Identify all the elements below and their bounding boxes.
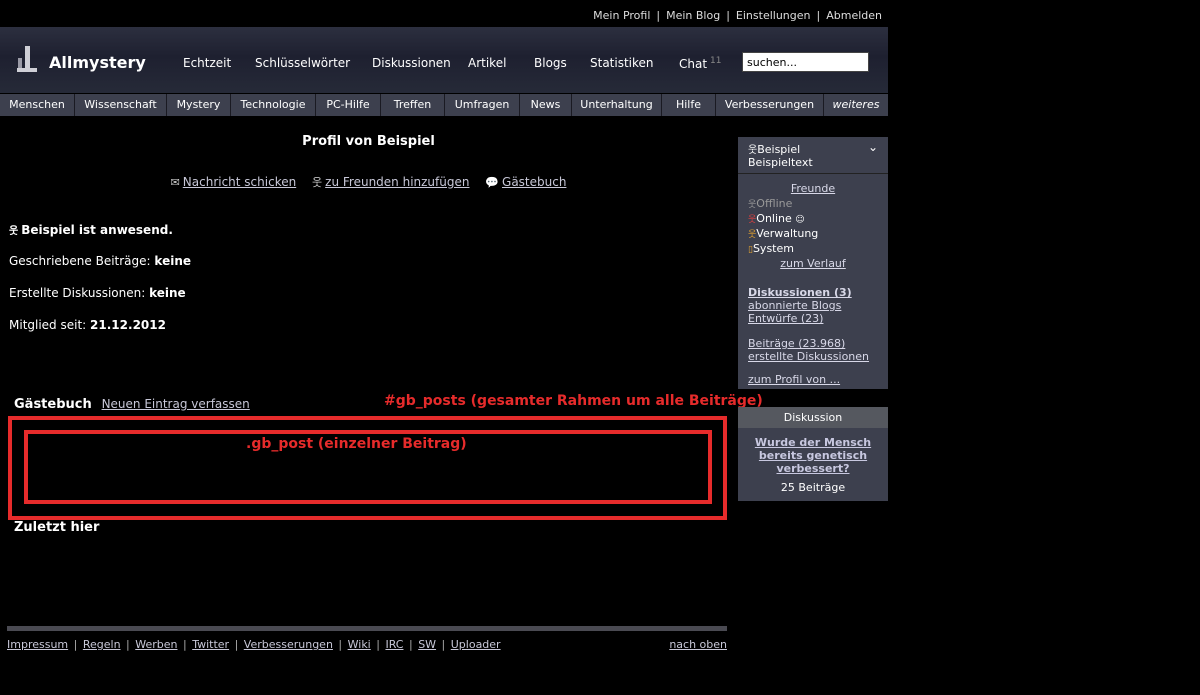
footer-irc[interactable]: IRC	[385, 638, 403, 651]
footer-sw[interactable]: SW	[418, 638, 436, 651]
footer-verbesserungen[interactable]: Verbesserungen	[244, 638, 333, 651]
discussions-link[interactable]: Diskussionen (3)	[748, 286, 878, 299]
discussion-topic-link[interactable]: Wurde der Mensch bereits genetisch verbe…	[744, 436, 882, 475]
sidebar-user-name: Beispiel	[757, 143, 801, 156]
site-header: Allmystery Echtzeit Schlüsselwörter Disk…	[0, 27, 888, 93]
subscribed-blogs-link[interactable]: abonnierte Blogs	[748, 299, 878, 312]
add-friend-action[interactable]: 웃 zu Freunden hinzufügen	[312, 175, 469, 189]
site-logo[interactable]: Allmystery	[49, 53, 146, 72]
last-here-heading: Zuletzt hier	[14, 520, 100, 535]
cat-wissenschaft[interactable]: Wissenschaft	[75, 94, 167, 116]
nav-statistiken[interactable]: Statistiken	[590, 56, 654, 70]
cat-unterhaltung[interactable]: Unterhaltung	[572, 94, 662, 116]
status-system: ▯System	[748, 242, 794, 255]
stat-posts: Geschriebene Beiträge: keine	[9, 254, 191, 268]
footer-uploader[interactable]: Uploader	[451, 638, 501, 651]
nav-echtzeit[interactable]: Echtzeit	[183, 56, 231, 70]
sidebar-user-text: Beispieltext	[748, 156, 813, 169]
discussion-sidebar: Diskussion Wurde der Mensch bereits gene…	[738, 407, 888, 501]
gb-posts-annotation: #gb_posts (gesamter Rahmen um alle Beitr…	[384, 393, 763, 409]
nav-schluesselwoerter[interactable]: Schlüsselwörter	[255, 56, 350, 70]
nav-blogs[interactable]: Blogs	[534, 56, 567, 70]
new-entry-link[interactable]: Neuen Eintrag verfassen	[102, 397, 250, 411]
back-to-top-link[interactable]: nach oben	[669, 638, 727, 651]
add-friend-link[interactable]: zu Freunden hinzufügen	[325, 175, 469, 189]
person-icon: 웃	[9, 226, 19, 237]
history-link[interactable]: zum Verlauf	[780, 257, 846, 270]
search-input[interactable]	[742, 52, 869, 72]
person-icon: 웃	[748, 145, 758, 156]
logout-link[interactable]: Abmelden	[826, 9, 882, 22]
discussion-post-count: 25 Beiträge	[780, 481, 846, 494]
nav-artikel[interactable]: Artikel	[468, 56, 506, 70]
cat-news[interactable]: News	[520, 94, 572, 116]
cat-verbesserungen[interactable]: Verbesserungen	[716, 94, 824, 116]
envelope-icon: ✉	[170, 176, 180, 189]
send-message-link[interactable]: Nachricht schicken	[183, 175, 296, 189]
send-message-action[interactable]: ✉ Nachricht schicken	[171, 175, 297, 189]
cat-treffen[interactable]: Treffen	[381, 94, 445, 116]
nav-chat[interactable]: Chat 11	[679, 56, 722, 71]
cat-umfragen[interactable]: Umfragen	[445, 94, 520, 116]
stat-discussions: Erstellte Diskussionen: keine	[9, 286, 186, 300]
footer: Impressum | Regeln | Werben | Twitter | …	[7, 638, 727, 651]
cat-technologie[interactable]: Technologie	[231, 94, 316, 116]
nav-diskussionen[interactable]: Diskussionen	[372, 56, 451, 70]
smiley-icon: ☺	[795, 215, 805, 225]
cat-pc-hilfe[interactable]: PC-Hilfe	[316, 94, 381, 116]
user-sidebar-header[interactable]: 웃Beispiel Beispieltext ⌄	[738, 137, 888, 174]
guestbook-action[interactable]: 💬 Gästebuch	[485, 175, 566, 189]
profile-of-link[interactable]: zum Profil von ...	[748, 373, 878, 386]
stat-member-since: Mitglied seit: 21.12.2012	[9, 318, 166, 332]
my-profile-link[interactable]: Mein Profil	[593, 9, 650, 22]
guestbook-link[interactable]: Gästebuch	[502, 175, 566, 189]
guestbook-header: Gästebuch Neuen Eintrag verfassen	[14, 397, 250, 412]
status-offline: 웃Offline	[748, 197, 793, 210]
footer-wiki[interactable]: Wiki	[348, 638, 371, 651]
logo-icon[interactable]	[16, 44, 38, 74]
user-sidebar: 웃Beispiel Beispieltext ⌄ Freunde 웃Offlin…	[738, 137, 888, 389]
footer-regeln[interactable]: Regeln	[83, 638, 121, 651]
footer-divider	[7, 626, 727, 631]
cat-weiteres[interactable]: weiteres	[824, 94, 888, 116]
cat-hilfe[interactable]: Hilfe	[662, 94, 716, 116]
cat-mystery[interactable]: Mystery	[167, 94, 231, 116]
gb-posts-frame	[8, 416, 727, 520]
friends-link[interactable]: Freunde	[791, 182, 835, 195]
status-verwaltung: 웃Verwaltung	[748, 227, 819, 240]
user-sidebar-body: Freunde 웃Offline 웃Online ☺ 웃Verwaltung ▯…	[738, 174, 888, 394]
category-bar: Menschen Wissenschaft Mystery Technologi…	[0, 94, 888, 116]
footer-twitter[interactable]: Twitter	[192, 638, 229, 651]
footer-impressum[interactable]: Impressum	[7, 638, 68, 651]
my-blog-link[interactable]: Mein Blog	[666, 9, 720, 22]
chat-count-badge: 11	[710, 56, 722, 66]
speech-bubble-icon: 💬	[485, 176, 500, 189]
drafts-link[interactable]: Entwürfe (23)	[748, 312, 878, 325]
status-online: 웃Online ☺	[748, 212, 805, 225]
footer-werben[interactable]: Werben	[135, 638, 177, 651]
discussion-sidebar-body: Wurde der Mensch bereits genetisch verbe…	[738, 428, 888, 502]
created-discussions-link[interactable]: erstellte Diskussionen	[748, 350, 878, 363]
person-icon: 웃	[312, 176, 323, 189]
profile-actions: ✉ Nachricht schicken 웃 zu Freunden hinzufü…	[0, 174, 737, 190]
nav-chat-label: Chat	[679, 57, 708, 71]
gb-post-annotation: .gb_post (einzelner Beitrag)	[246, 436, 467, 452]
settings-link[interactable]: Einstellungen	[736, 9, 811, 22]
cat-menschen[interactable]: Menschen	[0, 94, 75, 116]
posts-link[interactable]: Beiträge (23.968)	[748, 337, 878, 350]
user-bar: Mein Profil | Mein Blog | Einstellungen | Abme…	[593, 9, 882, 22]
page-title: Profil von Beispiel	[302, 134, 435, 149]
presence-status: 웃 Beispiel ist anwesend.	[9, 223, 173, 237]
discussion-sidebar-header: Diskussion	[738, 407, 888, 428]
chevron-down-icon[interactable]: ⌄	[868, 140, 878, 154]
guestbook-title: Gästebuch	[14, 397, 92, 412]
